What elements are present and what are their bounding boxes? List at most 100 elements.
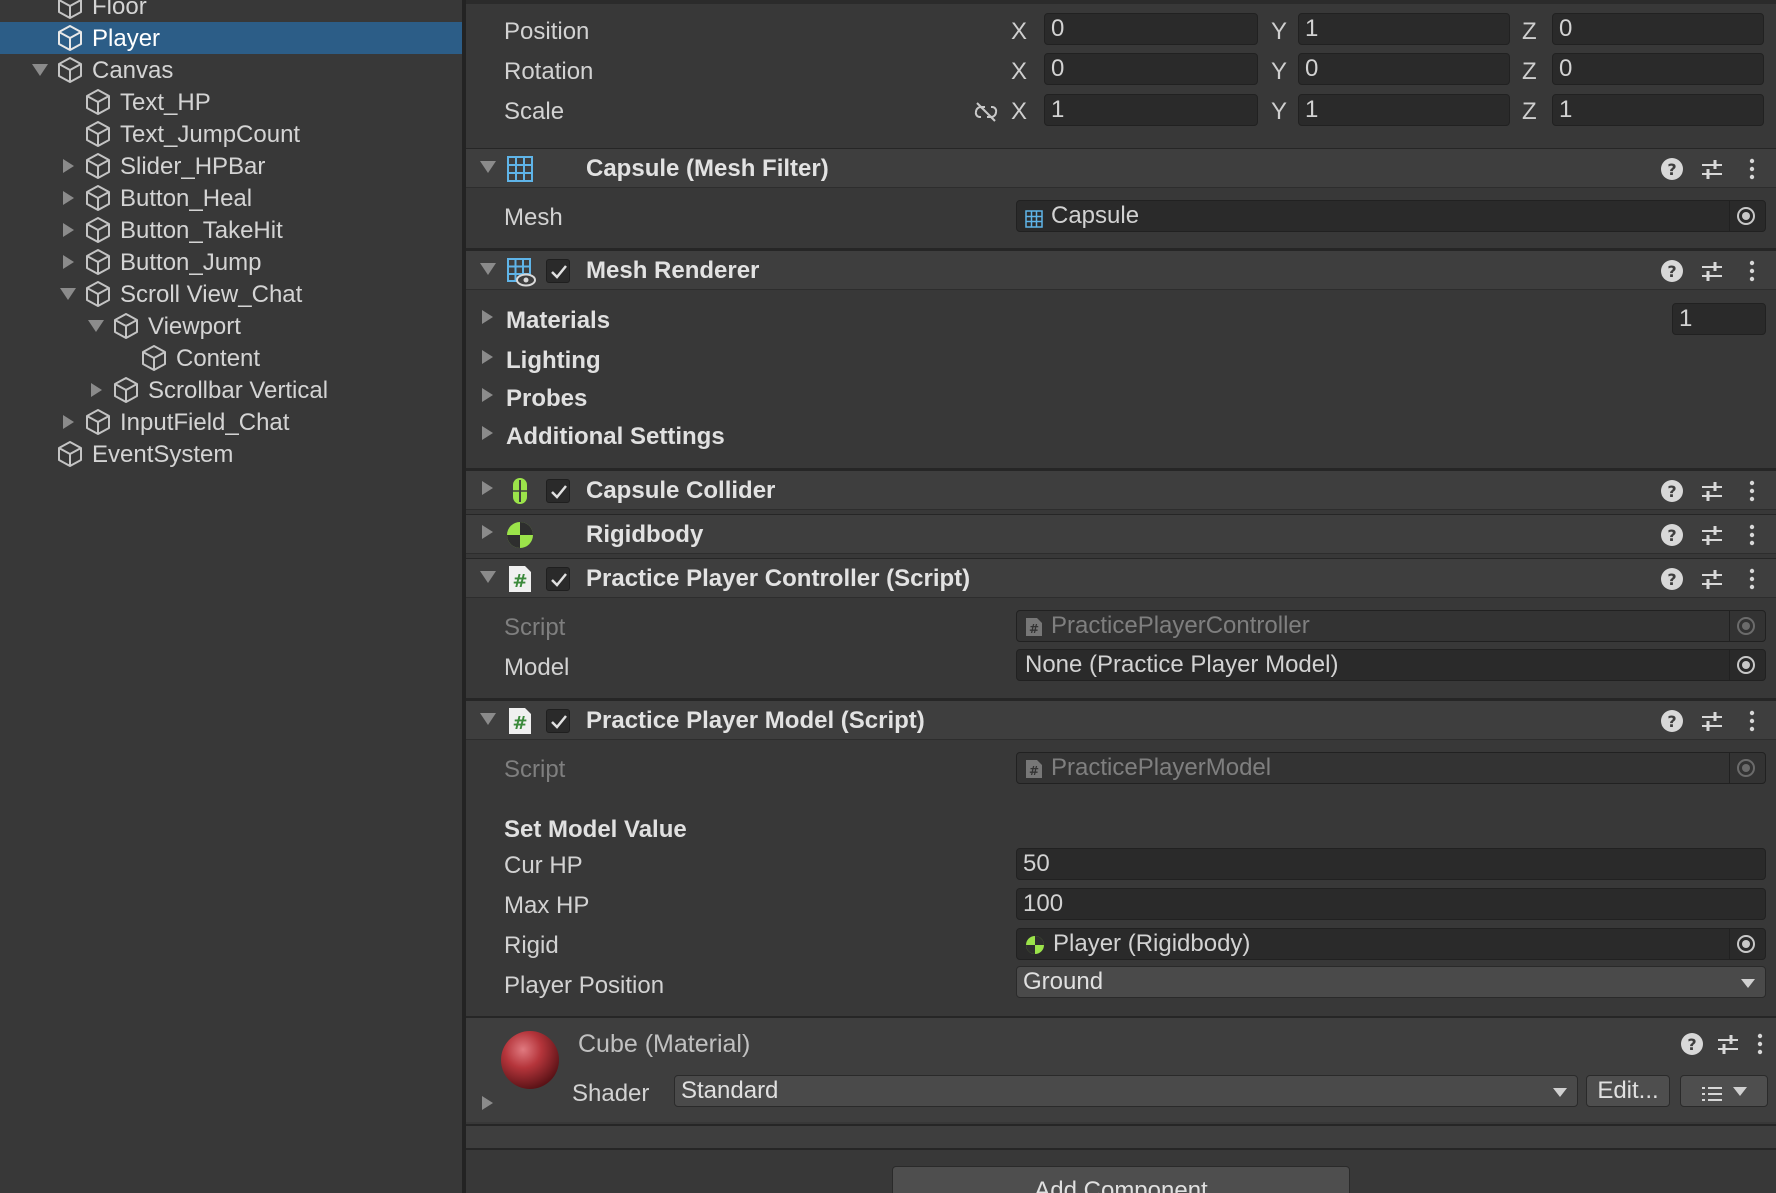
scale-z-field[interactable]: 1 bbox=[1552, 94, 1764, 126]
more-options-icon[interactable] bbox=[1740, 567, 1764, 591]
mesh-filter-header-buttons: ? bbox=[1656, 149, 1776, 189]
rigid-picker-button[interactable] bbox=[1729, 929, 1761, 959]
material-help-icon[interactable]: ? bbox=[1680, 1032, 1704, 1056]
hierarchy-item-eventsystem[interactable]: EventSystem bbox=[0, 438, 462, 470]
position-x-field[interactable]: 0 bbox=[1044, 13, 1258, 45]
hierarchy-item-scrollbar-vertical[interactable]: Scrollbar Vertical bbox=[0, 374, 462, 406]
mesh-renderer-header[interactable]: Mesh Renderer ? bbox=[466, 250, 1776, 290]
probes-fold-icon[interactable] bbox=[482, 388, 493, 402]
more-options-icon[interactable] bbox=[1740, 523, 1764, 547]
model-fold-icon[interactable] bbox=[480, 713, 496, 725]
hierarchy-item-button-takehit[interactable]: Button_TakeHit bbox=[0, 214, 462, 246]
rotation-y-field[interactable]: 0 bbox=[1298, 53, 1510, 85]
mesh-renderer-enabled-checkbox[interactable] bbox=[546, 259, 570, 283]
scale-y-field[interactable]: 1 bbox=[1298, 94, 1510, 126]
help-icon[interactable]: ? bbox=[1660, 259, 1684, 283]
hierarchy-item-slider-hpbar[interactable]: Slider_HPBar bbox=[0, 150, 462, 182]
additional-settings-section[interactable]: Additional Settings bbox=[506, 423, 725, 451]
position-z-axis: Z bbox=[1522, 18, 1537, 45]
add-component-button[interactable]: Add Component bbox=[892, 1166, 1350, 1193]
material-more-icon[interactable] bbox=[1748, 1032, 1772, 1056]
material-preset-icon[interactable] bbox=[1716, 1032, 1740, 1056]
mesh-filter-fold-icon[interactable] bbox=[480, 161, 496, 173]
model-picker-button[interactable] bbox=[1729, 650, 1761, 680]
fold-closed-icon[interactable] bbox=[60, 222, 76, 238]
player-position-dropdown[interactable]: Ground bbox=[1016, 966, 1766, 998]
controller-enabled-checkbox[interactable] bbox=[546, 567, 570, 591]
set-model-value-heading: Set Model Value bbox=[504, 816, 687, 843]
capsule-collider-header[interactable]: Capsule Collider ? bbox=[466, 470, 1776, 510]
lighting-section[interactable]: Lighting bbox=[506, 347, 601, 375]
max-hp-field[interactable]: 100 bbox=[1016, 888, 1766, 920]
shader-options-button[interactable] bbox=[1680, 1075, 1768, 1107]
more-options-icon[interactable] bbox=[1740, 157, 1764, 181]
hierarchy-item-viewport[interactable]: Viewport bbox=[0, 310, 462, 342]
preset-sliders-icon[interactable] bbox=[1700, 523, 1724, 547]
hierarchy-item-content[interactable]: Content bbox=[0, 342, 462, 374]
position-z-field[interactable]: 0 bbox=[1552, 13, 1764, 45]
capsule-collider-fold-icon[interactable] bbox=[482, 481, 493, 495]
rotation-x-field[interactable]: 0 bbox=[1044, 53, 1258, 85]
model-enabled-checkbox[interactable] bbox=[546, 709, 570, 733]
rigidbody-fold-icon[interactable] bbox=[482, 525, 493, 539]
mesh-picker-button[interactable] bbox=[1729, 201, 1761, 231]
hierarchy-item-scroll-view-chat[interactable]: Scroll View_Chat bbox=[0, 278, 462, 310]
shader-dropdown[interactable]: Standard bbox=[674, 1075, 1578, 1107]
rigidbody-header[interactable]: Rigidbody ? bbox=[466, 514, 1776, 554]
model-header[interactable]: # Practice Player Model (Script) ? bbox=[466, 700, 1776, 740]
fold-closed-icon[interactable] bbox=[88, 382, 104, 398]
preset-sliders-icon[interactable] bbox=[1700, 157, 1724, 181]
preset-sliders-icon[interactable] bbox=[1700, 479, 1724, 503]
fold-open-icon[interactable] bbox=[32, 62, 48, 78]
fold-closed-icon[interactable] bbox=[60, 254, 76, 270]
hierarchy-item-button-jump[interactable]: Button_Jump bbox=[0, 246, 462, 278]
probes-section[interactable]: Probes bbox=[506, 385, 587, 413]
fold-closed-icon[interactable] bbox=[60, 190, 76, 206]
more-options-icon[interactable] bbox=[1740, 259, 1764, 283]
fold-closed-icon[interactable] bbox=[60, 414, 76, 430]
help-icon[interactable]: ? bbox=[1660, 479, 1684, 503]
materials-section[interactable]: Materials bbox=[506, 307, 610, 335]
hierarchy-item-player[interactable]: Player bbox=[0, 22, 462, 54]
cur-hp-field[interactable]: 50 bbox=[1016, 848, 1766, 880]
rigidbody-icon bbox=[506, 521, 534, 549]
help-icon[interactable]: ? bbox=[1660, 157, 1684, 181]
hierarchy-item-button-heal[interactable]: Button_Heal bbox=[0, 182, 462, 214]
material-fold-icon[interactable] bbox=[482, 1096, 493, 1110]
hierarchy-item-inputfield-chat[interactable]: InputField_Chat bbox=[0, 406, 462, 438]
materials-fold-icon[interactable] bbox=[482, 310, 493, 324]
unlink-icon[interactable] bbox=[972, 100, 1000, 124]
preset-sliders-icon[interactable] bbox=[1700, 709, 1724, 733]
hierarchy-item-text-jumpcount[interactable]: Text_JumpCount bbox=[0, 118, 462, 150]
gameobject-cube-icon bbox=[56, 0, 84, 20]
shader-edit-button[interactable]: Edit... bbox=[1586, 1075, 1670, 1107]
rotation-z-field[interactable]: 0 bbox=[1552, 53, 1764, 85]
more-options-icon[interactable] bbox=[1740, 709, 1764, 733]
rigid-object-field[interactable]: Player (Rigidbody) bbox=[1016, 928, 1766, 960]
preset-sliders-icon[interactable] bbox=[1700, 259, 1724, 283]
hierarchy-item-floor[interactable]: Floor bbox=[0, 0, 462, 22]
model-object-field[interactable]: None (Practice Player Model) bbox=[1016, 649, 1766, 681]
hierarchy-item-canvas[interactable]: Canvas bbox=[0, 54, 462, 86]
more-options-icon[interactable] bbox=[1740, 479, 1764, 503]
model-script-field: # PracticePlayerModel bbox=[1016, 752, 1766, 784]
hierarchy-item-text-hp[interactable]: Text_HP bbox=[0, 86, 462, 118]
fold-open-icon[interactable] bbox=[60, 286, 76, 302]
controller-header[interactable]: # Practice Player Controller (Script) ? bbox=[466, 558, 1776, 598]
scale-x-field[interactable]: 1 bbox=[1044, 94, 1258, 126]
help-icon[interactable]: ? bbox=[1660, 709, 1684, 733]
preset-sliders-icon[interactable] bbox=[1700, 567, 1724, 591]
controller-fold-icon[interactable] bbox=[480, 571, 496, 583]
materials-count-field[interactable]: 1 bbox=[1672, 303, 1766, 335]
mesh-filter-header[interactable]: Capsule (Mesh Filter) ? bbox=[466, 148, 1776, 188]
help-icon[interactable]: ? bbox=[1660, 523, 1684, 547]
help-icon[interactable]: ? bbox=[1660, 567, 1684, 591]
mesh-object-field[interactable]: Capsule bbox=[1016, 200, 1766, 232]
fold-closed-icon[interactable] bbox=[60, 158, 76, 174]
capsule-collider-enabled-checkbox[interactable] bbox=[546, 479, 570, 503]
lighting-fold-icon[interactable] bbox=[482, 350, 493, 364]
additional-settings-fold-icon[interactable] bbox=[482, 426, 493, 440]
position-y-field[interactable]: 1 bbox=[1298, 13, 1510, 45]
fold-open-icon[interactable] bbox=[88, 318, 104, 334]
mesh-renderer-fold-icon[interactable] bbox=[480, 263, 496, 275]
